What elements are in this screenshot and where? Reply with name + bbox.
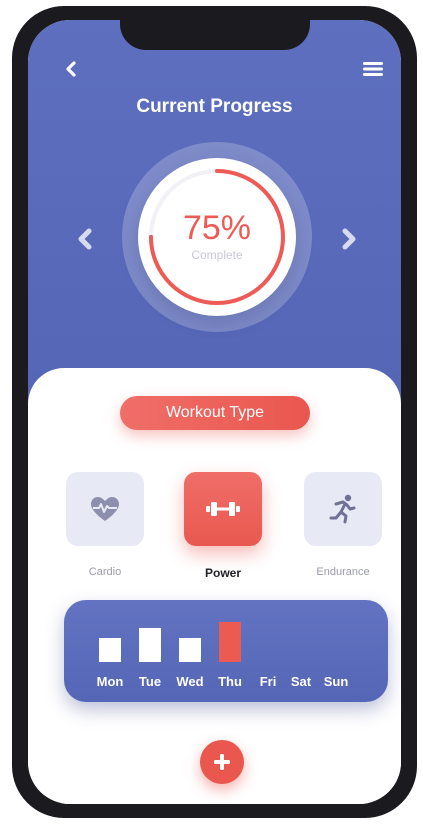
progress-percent: 75% (182, 209, 252, 247)
menu-button[interactable] (362, 58, 384, 80)
bar-thu (219, 622, 241, 662)
workout-panel (28, 368, 401, 804)
power-tile[interactable] (184, 472, 262, 546)
chevron-left-icon (78, 228, 92, 250)
day-label-sun: Sun (323, 674, 349, 689)
add-workout-button[interactable] (200, 740, 244, 784)
phone-notch (120, 20, 310, 50)
hamburger-menu-icon (363, 62, 383, 76)
dumbbell-icon (206, 502, 240, 516)
plus-icon (214, 754, 230, 770)
workout-type-button[interactable]: Workout Type (120, 396, 310, 430)
page-title: Current Progress (136, 96, 293, 117)
phone-frame: Current Progress 75% Complete Workout Ty… (12, 6, 417, 818)
bar-mon (99, 638, 121, 662)
app-screen: Current Progress 75% Complete Workout Ty… (28, 20, 401, 804)
cardio-label: Cardio (88, 566, 122, 578)
power-label: Power (204, 566, 241, 580)
day-label-sat: Sat (290, 674, 312, 689)
day-label-tue: Tue (138, 674, 162, 689)
day-label-wed: Wed (176, 674, 204, 689)
chevron-right-icon (342, 228, 356, 250)
progress-caption: Complete (191, 248, 243, 262)
day-label-mon: Mon (96, 674, 124, 689)
running-person-icon (329, 494, 356, 524)
bar-wed (179, 638, 201, 662)
back-button[interactable] (60, 58, 82, 80)
previous-button[interactable] (72, 226, 98, 252)
bar-tue (139, 628, 161, 662)
endurance-label: Endurance (316, 566, 370, 578)
day-label-thu: Thu (218, 674, 242, 689)
heart-rate-icon (91, 497, 119, 521)
day-label-fri: Fri (259, 674, 277, 689)
cardio-tile[interactable] (66, 472, 144, 546)
chevron-left-icon (66, 61, 76, 77)
endurance-tile[interactable] (304, 472, 382, 546)
next-button[interactable] (336, 226, 362, 252)
